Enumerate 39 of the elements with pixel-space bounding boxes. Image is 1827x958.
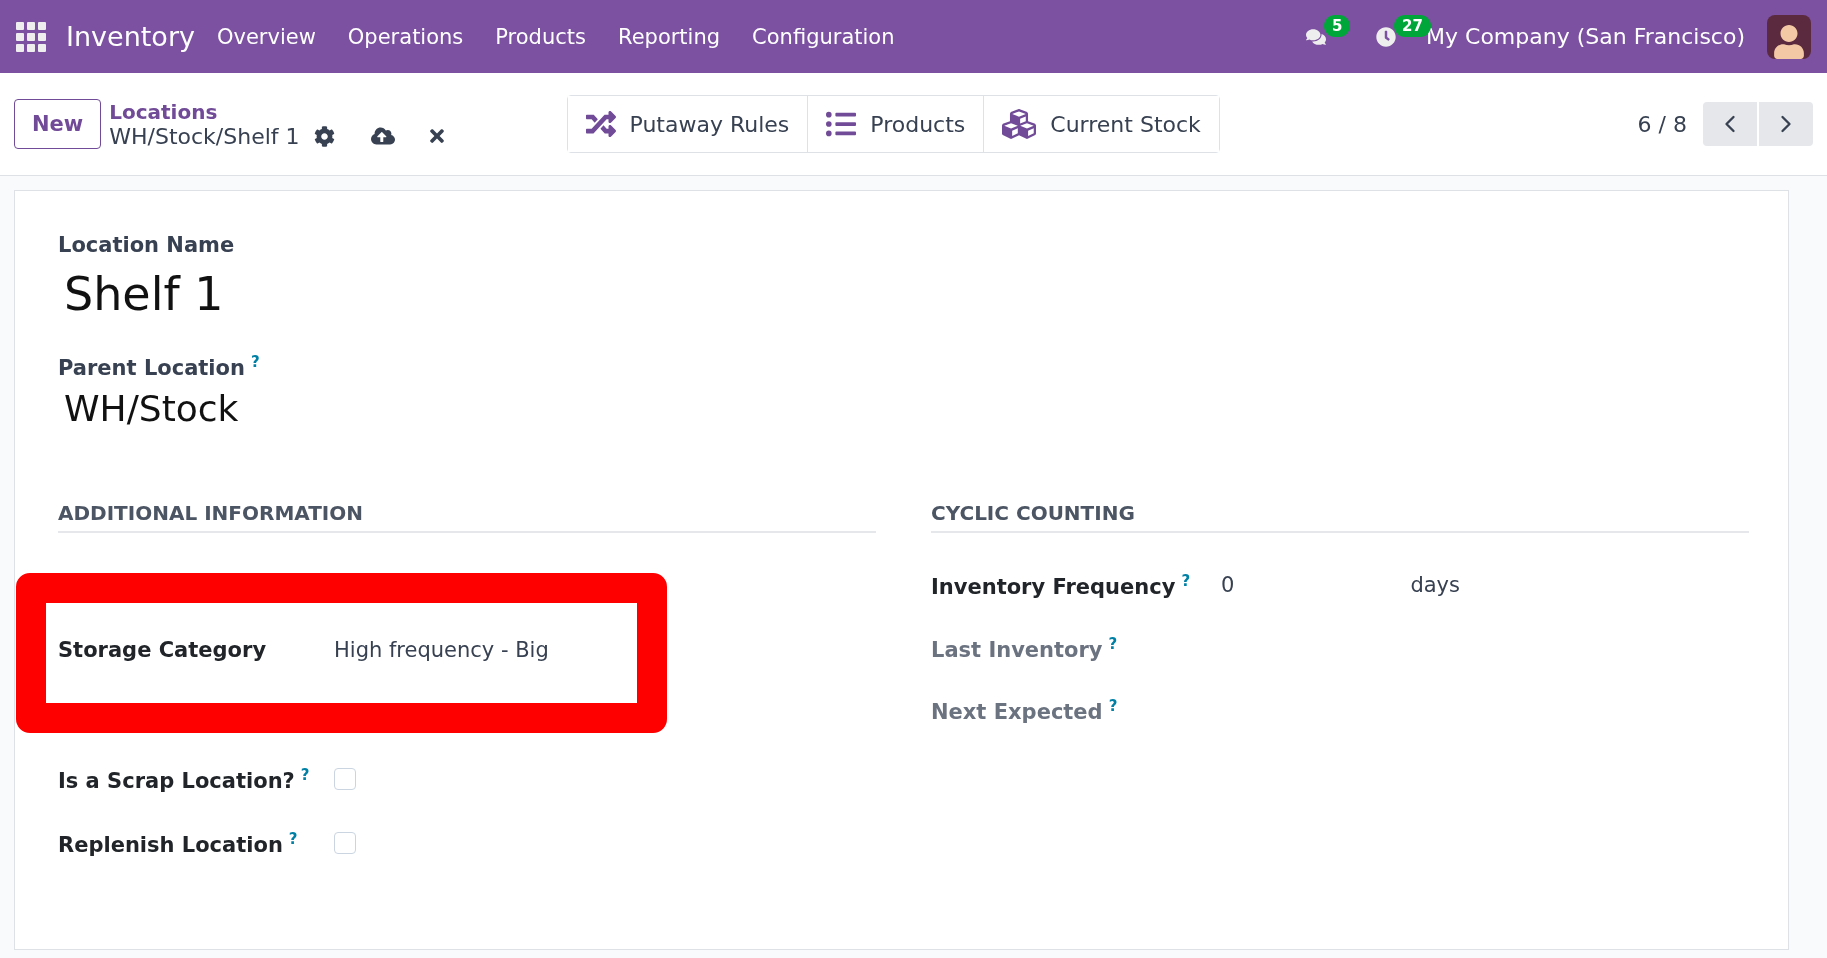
field-label: Location Name bbox=[58, 233, 236, 257]
checkbox[interactable] bbox=[334, 768, 356, 790]
menu-item[interactable]: Products bbox=[495, 24, 586, 49]
field-label: Inventory Frequency $^{?}$ bbox=[931, 571, 1192, 599]
menu-item[interactable]: Overview bbox=[216, 24, 316, 49]
field-label: Next Expected $^{?}$ bbox=[931, 696, 1119, 724]
location-name[interactable]: Shelf 1 bbox=[64, 267, 1745, 321]
menu-item[interactable]: Configuration bbox=[752, 24, 895, 49]
settings-icon bbox=[313, 125, 335, 147]
breadcrumb-link[interactable]: Locations bbox=[109, 99, 447, 124]
unit-label: days bbox=[1410, 573, 1460, 597]
previous-button[interactable] bbox=[1703, 102, 1757, 146]
list-icon bbox=[826, 109, 857, 139]
field-value[interactable]: 0 bbox=[1221, 573, 1235, 597]
apps-grid-icon[interactable] bbox=[16, 21, 46, 52]
menu-item[interactable]: Operations bbox=[347, 24, 464, 49]
chat-icon[interactable] bbox=[1306, 26, 1327, 47]
cubes-icon bbox=[1002, 107, 1037, 141]
pager-counter: 6 / 8 bbox=[1637, 111, 1687, 137]
avatar-icon[interactable] bbox=[1767, 14, 1811, 59]
section-title: CYCLIC COUNTING bbox=[931, 501, 1749, 533]
field-label: Last Inventory $^{?}$ bbox=[931, 634, 1119, 662]
field-label: Is a Scrap Location? $^{?}$ bbox=[58, 765, 311, 793]
field-value[interactable]: High frequency - Big bbox=[334, 638, 549, 662]
menu-item[interactable]: Reporting bbox=[618, 24, 721, 49]
new-button[interactable]: New bbox=[14, 99, 102, 149]
field-label: Replenish Location $^{?}$ bbox=[58, 829, 299, 857]
section-title: ADDITIONAL INFORMATION bbox=[58, 501, 876, 533]
smart-button[interactable]: Current Stock bbox=[983, 96, 1219, 152]
field-label: Parent Location $^{?}$ bbox=[58, 353, 261, 380]
next-button[interactable] bbox=[1759, 102, 1813, 146]
shuffle-icon bbox=[585, 109, 616, 139]
record-title: WH/Stock/Shelf 1 bbox=[109, 123, 300, 149]
count-badge: 5 bbox=[1324, 14, 1351, 37]
clock-icon[interactable] bbox=[1376, 26, 1397, 47]
app-title[interactable]: Inventory bbox=[66, 21, 195, 52]
parent-location[interactable]: WH/Stock bbox=[64, 388, 1745, 429]
field-label: Storage Category bbox=[58, 638, 268, 662]
checkbox[interactable] bbox=[334, 832, 356, 854]
